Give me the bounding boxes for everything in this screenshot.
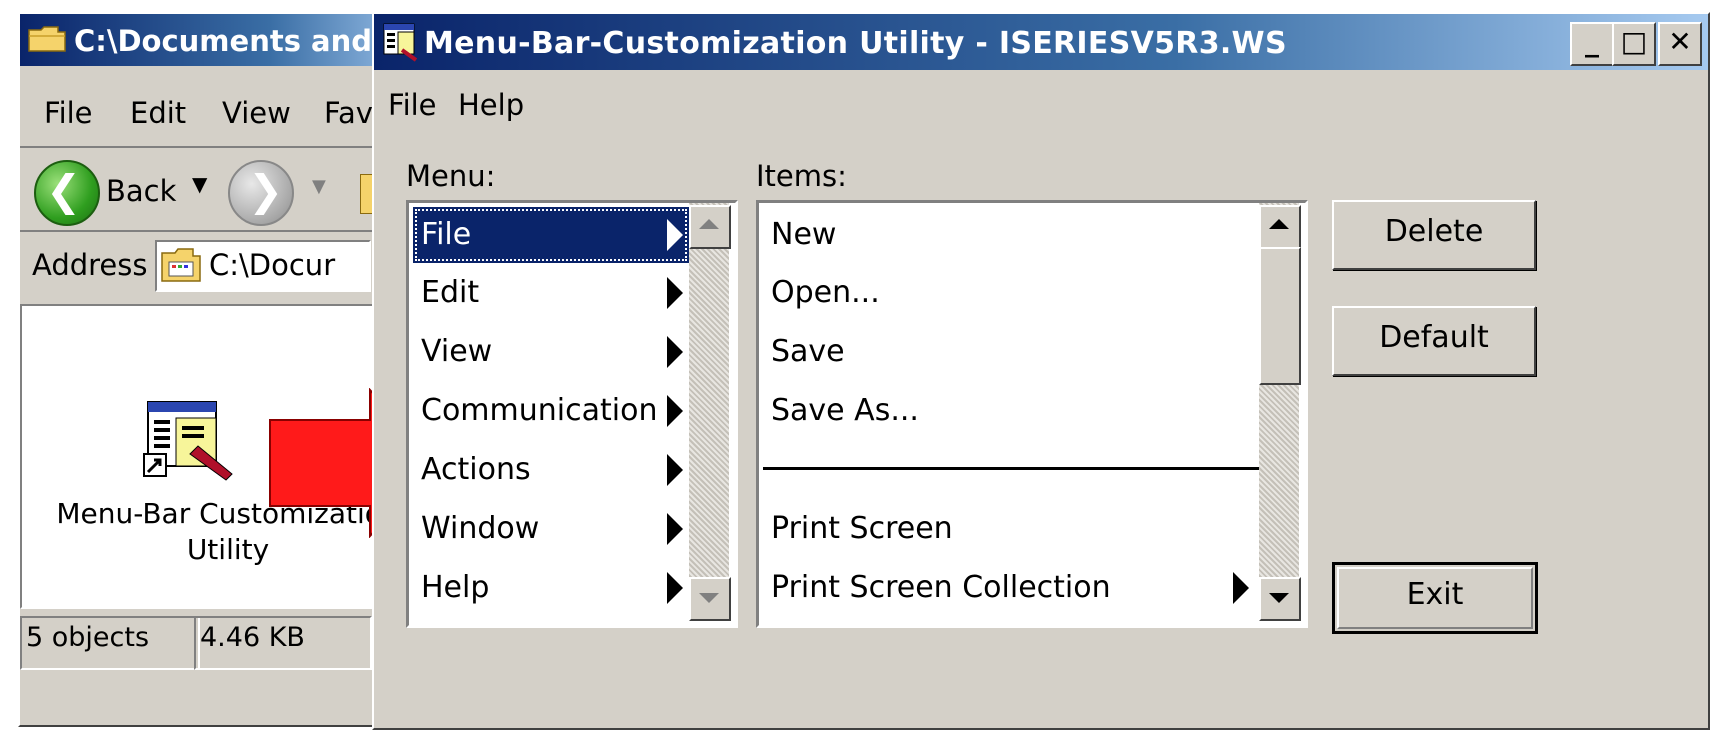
explorer-menu-favorites[interactable]: Fav bbox=[324, 96, 373, 130]
address-label: Address bbox=[32, 248, 148, 282]
menu-listbox[interactable]: File Edit View Communication Actions Win… bbox=[406, 200, 738, 628]
submenu-arrow-icon bbox=[667, 395, 683, 427]
scroll-up-icon bbox=[699, 219, 719, 229]
menu-list-item[interactable]: Actions bbox=[413, 442, 689, 498]
items-list-item-label: Save bbox=[771, 334, 845, 369]
submenu-arrow-icon bbox=[667, 277, 683, 309]
menu-list-item-label: Actions bbox=[421, 452, 531, 487]
items-list-scrollbar[interactable] bbox=[1259, 203, 1301, 621]
explorer-title: C:\Documents and ... bbox=[74, 24, 416, 58]
submenu-arrow-icon bbox=[1233, 572, 1249, 604]
items-list-item-label: Open... bbox=[771, 275, 880, 310]
scroll-down-icon bbox=[1269, 593, 1289, 603]
separator-line[interactable] bbox=[763, 467, 1259, 470]
dialog-menu-bar: File Help bbox=[374, 76, 1708, 132]
scroll-down-button[interactable] bbox=[689, 577, 731, 621]
scroll-up-button[interactable] bbox=[689, 205, 731, 249]
submenu-arrow-icon bbox=[667, 454, 683, 486]
menu-list-item-label: Communication bbox=[421, 393, 658, 428]
delete-button[interactable]: Delete bbox=[1332, 200, 1536, 270]
back-dropdown-icon[interactable]: ▼ bbox=[192, 172, 207, 196]
explorer-menu-edit[interactable]: Edit bbox=[130, 96, 186, 130]
status-size: 4.46 KB bbox=[194, 616, 372, 670]
default-button[interactable]: Default bbox=[1332, 306, 1536, 376]
close-button[interactable]: ✕ bbox=[1658, 22, 1702, 66]
customization-utility-icon bbox=[143, 401, 233, 481]
items-list-item[interactable]: Save As... bbox=[763, 383, 1259, 439]
address-input[interactable]: C:\Docur ▼ bbox=[155, 240, 371, 292]
folder-icon bbox=[28, 26, 66, 52]
menu-list-label: Menu: bbox=[406, 159, 496, 193]
close-icon: ✕ bbox=[1668, 25, 1692, 58]
items-list-item-label: Save As... bbox=[771, 393, 919, 428]
exit-button-label: Exit bbox=[1406, 577, 1464, 612]
menu-list-item[interactable]: Communication bbox=[413, 383, 689, 439]
menu-list-item[interactable]: File bbox=[413, 207, 689, 263]
minimize-icon: _ bbox=[1585, 25, 1599, 58]
menu-list-item[interactable]: View bbox=[413, 324, 689, 380]
desktop-shortcut[interactable] bbox=[130, 396, 240, 486]
items-list-item[interactable]: New bbox=[763, 207, 1259, 263]
app-icon bbox=[383, 23, 418, 62]
items-list-item[interactable]: Open... bbox=[763, 265, 1259, 321]
items-list-item-label: Print Screen bbox=[771, 511, 953, 546]
menu-list-item[interactable]: Edit bbox=[413, 265, 689, 321]
scroll-up-icon bbox=[1269, 219, 1289, 229]
scroll-up-button[interactable] bbox=[1259, 205, 1301, 249]
maximize-button[interactable]: □ bbox=[1612, 22, 1656, 66]
menu-list-item[interactable]: Help bbox=[413, 560, 689, 616]
submenu-arrow-icon bbox=[667, 513, 683, 545]
forward-arrow-icon: ❯ bbox=[248, 166, 284, 215]
explorer-menu-file[interactable]: File bbox=[44, 96, 93, 130]
items-listbox[interactable]: New Open... Save Save As... Print Screen… bbox=[756, 200, 1308, 628]
dialog-menu-file[interactable]: File bbox=[388, 88, 437, 122]
dialog-title-bar[interactable]: Menu-Bar-Customization Utility - ISERIES… bbox=[374, 14, 1708, 70]
items-list-item[interactable]: Print Screen Collection bbox=[763, 560, 1259, 616]
exit-button[interactable]: Exit bbox=[1332, 562, 1538, 634]
dialog-menu-help[interactable]: Help bbox=[458, 88, 524, 122]
maximize-icon: □ bbox=[1620, 25, 1648, 58]
scroll-thumb[interactable] bbox=[1259, 247, 1301, 385]
items-list-item[interactable]: Save bbox=[763, 324, 1259, 380]
submenu-arrow-icon bbox=[667, 336, 683, 368]
menu-list-scrollbar[interactable] bbox=[689, 203, 731, 621]
minimize-button[interactable]: _ bbox=[1570, 22, 1614, 66]
explorer-menu-view[interactable]: View bbox=[222, 96, 291, 130]
menu-list-item-label: File bbox=[421, 217, 472, 252]
menu-list-item-label: Edit bbox=[421, 275, 480, 310]
back-label: Back bbox=[106, 174, 177, 208]
address-value: C:\Docur bbox=[209, 248, 336, 282]
scroll-down-button[interactable] bbox=[1259, 577, 1301, 621]
menu-list-item-label: Window bbox=[421, 511, 540, 546]
items-list-item-label: New bbox=[771, 217, 837, 252]
forward-dropdown-icon[interactable]: ▼ bbox=[312, 176, 326, 197]
items-list-item-label: Print Screen Collection bbox=[771, 570, 1111, 605]
back-arrow-icon: ❮ bbox=[46, 166, 82, 215]
back-button[interactable]: ❮ bbox=[34, 160, 100, 226]
menu-list-item-label: View bbox=[421, 334, 493, 369]
menu-list-item-label: Help bbox=[421, 570, 490, 605]
items-list-label: Items: bbox=[756, 159, 847, 193]
menu-list-item[interactable]: Window bbox=[413, 501, 689, 557]
items-list-item[interactable]: Print Screen bbox=[763, 501, 1259, 557]
scroll-down-icon bbox=[699, 593, 719, 603]
submenu-arrow-icon bbox=[667, 572, 683, 604]
dialog-title: Menu-Bar-Customization Utility - ISERIES… bbox=[424, 26, 1287, 61]
folder-icon bbox=[161, 248, 201, 282]
submenu-arrow-icon bbox=[667, 219, 683, 251]
forward-button[interactable]: ❯ bbox=[228, 160, 294, 226]
status-object-count: 5 objects bbox=[20, 616, 200, 670]
customization-dialog: Menu-Bar-Customization Utility - ISERIES… bbox=[372, 12, 1710, 730]
